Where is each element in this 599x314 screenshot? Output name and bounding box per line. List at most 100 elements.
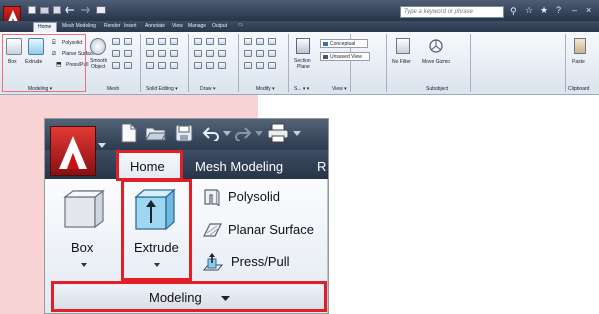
mini-separator [386,34,387,92]
mini-panel-title-modify[interactable]: Modify ▾ [256,87,275,92]
mini-solid-edit-icon[interactable] [158,50,166,57]
plot-dropdown-icon[interactable] [293,131,301,137]
mini-no-filter-label: No Filter [392,59,411,65]
panel-divider [327,179,328,313]
mini-redo-icon[interactable] [80,6,90,14]
mini-modify-icon[interactable] [256,38,264,45]
mini-tab-manage[interactable]: Manage [188,24,206,29]
mini-panel-title-view[interactable]: View ▾ [332,87,347,92]
mini-tab-annotate[interactable]: Annotate [145,24,165,29]
mini-object-label: Object [91,64,106,70]
mini-solid-edit-icon[interactable] [146,62,154,69]
polysolid-icon [204,189,220,206]
presspull-button[interactable]: Press/Pull [201,252,321,274]
mini-solid-edit-icon[interactable] [146,50,154,57]
mini-tab-view[interactable]: View [172,24,183,29]
save-icon[interactable] [175,124,193,142]
planar-surface-button[interactable]: Planar Surface [201,220,327,242]
mini-draw-icon[interactable] [218,62,226,69]
mini-panel-title-section[interactable]: S... ▾ ▾ [294,87,309,92]
mini-tab-mesh-modeling[interactable]: Mesh Modeling [62,24,96,29]
mini-solid-edit-icon[interactable] [170,62,178,69]
mini-draw-icon[interactable] [194,62,202,69]
mini-tab-output[interactable]: Output [212,24,227,29]
tab-render[interactable]: R [317,160,326,173]
highlight-modeling-panel [51,281,327,312]
mini-move-gizmo-label: Move Gizmo [422,59,451,65]
mini-undo-icon[interactable] [65,6,75,14]
mini-panel-title-mesh[interactable]: Mesh [107,87,119,92]
mini-tab-home[interactable]: Home [33,22,57,32]
application-button[interactable] [50,126,96,176]
redo-icon[interactable] [233,125,253,141]
mini-tab-overflow-icon[interactable]: ▭ [238,23,243,28]
mini-modify-icon[interactable] [244,62,252,69]
mini-solid-edit-icon[interactable] [158,62,166,69]
mini-open-icon[interactable] [40,7,49,14]
mini-panel-title-subobject[interactable]: Subobject [426,87,448,92]
mini-no-filter-icon[interactable] [396,38,410,54]
mini-draw-icon[interactable] [218,50,226,57]
mini-mesh-tool-icon[interactable] [124,50,132,57]
polysolid-button[interactable]: Polysolid [201,187,321,209]
mini-new-icon[interactable] [28,6,36,14]
mini-modify-icon[interactable] [244,50,252,57]
mini-tab-insert[interactable]: Insert [124,24,137,29]
mini-move-gizmo-icon[interactable] [428,38,444,54]
mini-panel-title-clipboard[interactable]: Clipboard [568,87,589,92]
mini-modify-icon[interactable] [244,38,252,45]
mini-help-icon[interactable]: ? [556,5,561,15]
redo-dropdown-icon[interactable] [255,131,263,137]
open-icon[interactable] [145,125,167,141]
mini-modify-icon[interactable] [268,62,276,69]
mini-plot-icon[interactable] [96,6,106,14]
mini-minimize-icon[interactable]: – [572,5,577,15]
mini-smooth-object-icon[interactable] [90,38,106,55]
mini-modify-icon[interactable] [268,50,276,57]
new-icon[interactable] [121,123,137,143]
mini-solid-edit-icon[interactable] [146,38,154,45]
plot-icon[interactable] [267,123,289,143]
mini-mesh-tool-icon[interactable] [112,50,120,57]
tab-mesh-modeling[interactable]: Mesh Modeling [195,160,283,173]
mini-draw-icon[interactable] [206,62,214,69]
mini-section-plane-icon[interactable] [296,38,310,54]
box-button[interactable]: Box [55,183,113,279]
mini-panel-title-draw[interactable]: Draw ▾ [200,87,216,92]
autocad-logo-icon [59,136,87,169]
zoom-panel: Home Mesh Modeling R Box Extrude Polysol… [44,118,329,314]
mini-separator [188,34,189,92]
mini-tab-render[interactable]: Render [104,24,120,29]
mini-solid-edit-icon[interactable] [170,50,178,57]
mini-draw-icon[interactable] [206,38,214,45]
mini-favorites-icon[interactable]: ★ [540,5,548,16]
mini-draw-icon[interactable] [194,50,202,57]
box-dropdown-arrow-icon [81,263,87,267]
mini-separator [288,34,289,92]
undo-dropdown-icon[interactable] [223,131,231,137]
mini-mesh-tool-icon[interactable] [124,62,132,69]
mini-modify-icon[interactable] [256,62,264,69]
mini-mesh-tool-icon[interactable] [124,38,132,45]
planar-surface-label: Planar Surface [228,222,314,237]
mini-draw-icon[interactable] [218,38,226,45]
mini-binoculars-icon[interactable]: ⚲ [510,6,517,17]
mini-visual-style-dropdown[interactable]: Conceptual [320,39,368,48]
mini-modify-icon[interactable] [268,38,276,45]
mini-mesh-tool-icon[interactable] [112,62,120,69]
mini-view-icon [323,55,328,59]
mini-mesh-tool-icon[interactable] [112,38,120,45]
mini-named-view-dropdown[interactable]: Unsaved View [320,52,370,61]
mini-panel-title-solid-editing[interactable]: Solid Editing ▾ [146,87,178,92]
mini-draw-icon[interactable] [194,38,202,45]
mini-modify-icon[interactable] [256,50,264,57]
mini-close-icon[interactable]: × [586,5,591,15]
mini-solid-edit-icon[interactable] [158,38,166,45]
mini-paste-icon[interactable] [574,38,586,54]
mini-draw-icon[interactable] [206,50,214,57]
mini-solid-edit-icon[interactable] [170,38,178,45]
mini-communication-icon[interactable]: ☆ [525,5,533,16]
mini-save-icon[interactable] [53,6,61,14]
undo-icon[interactable] [201,125,221,141]
mini-search-field[interactable]: Type a keyword or phrase [400,6,504,18]
